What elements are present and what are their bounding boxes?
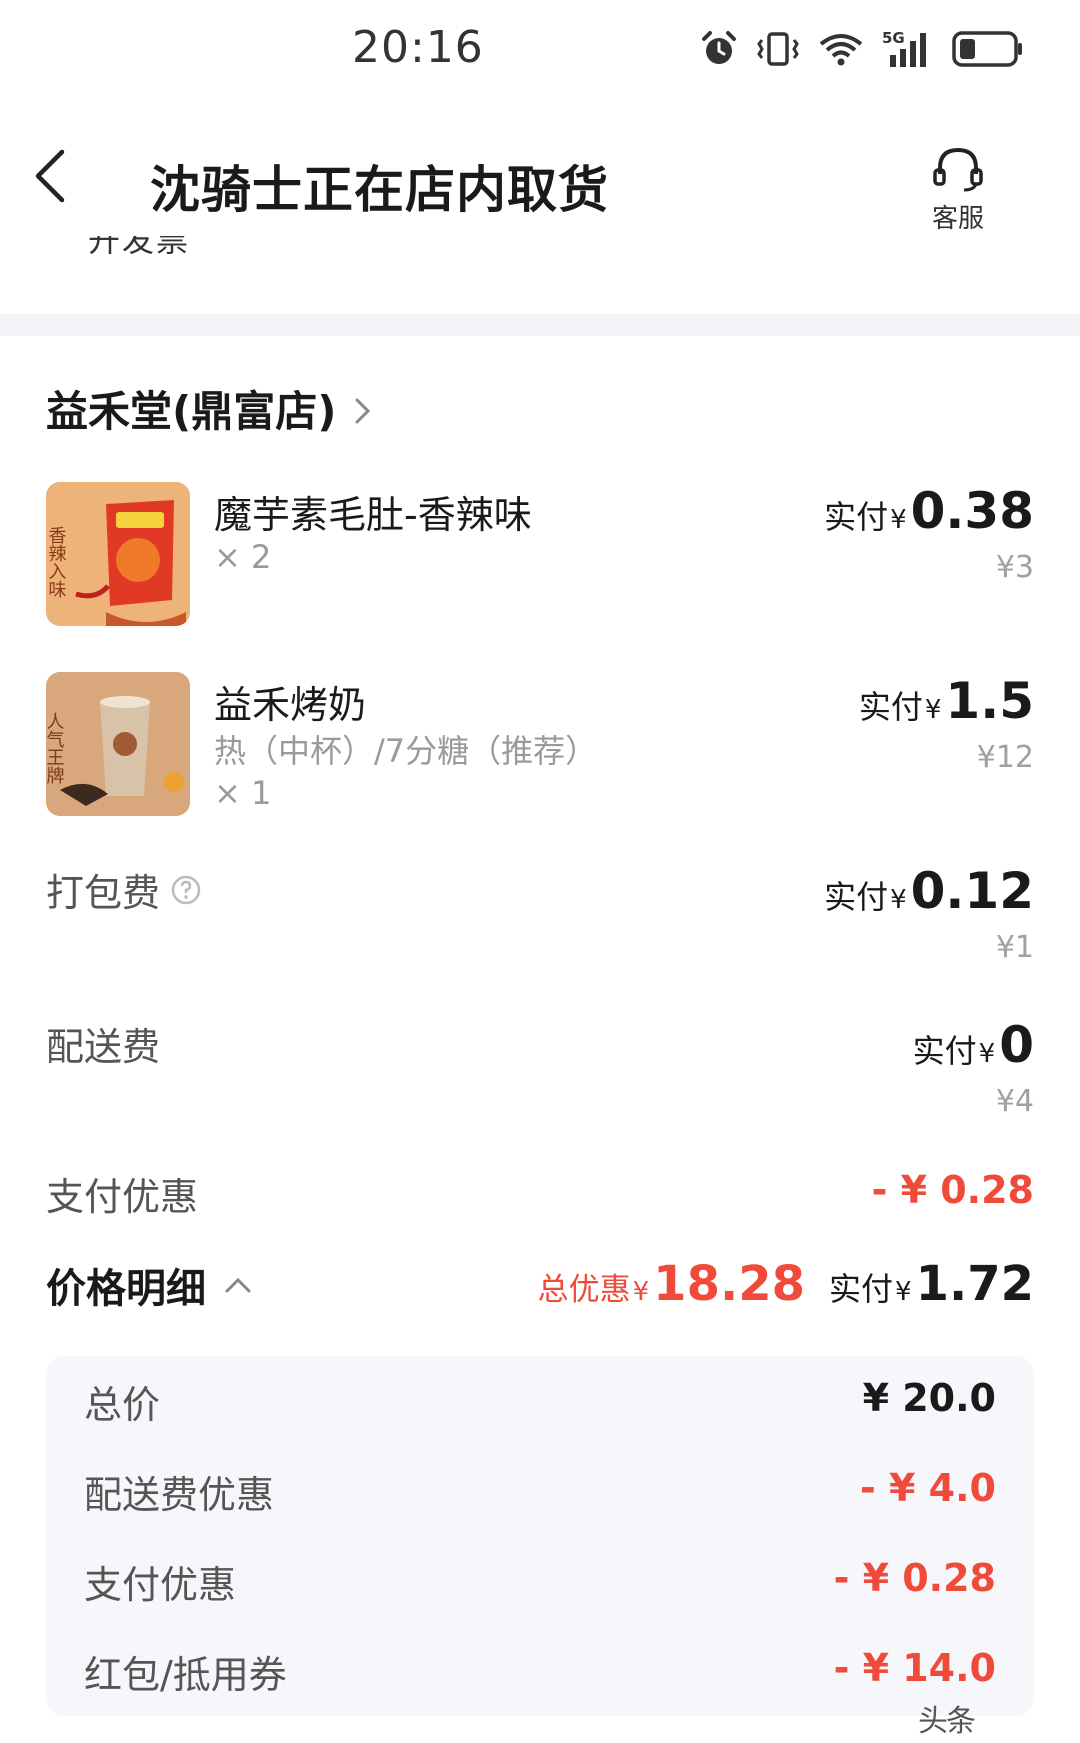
breakdown-label: 红包/抵用券 bbox=[84, 1653, 287, 1697]
currency-symbol: ¥ bbox=[924, 695, 942, 725]
status-icons: 5G bbox=[700, 26, 1024, 72]
page-title: 沈骑士正在店内取货 bbox=[150, 161, 609, 219]
item-spec: 热（中杯）/7分糖（推荐） bbox=[214, 732, 598, 770]
total-paid-prefix: 实付 bbox=[829, 1270, 894, 1308]
item-name: 益禾烤奶 bbox=[214, 683, 367, 727]
breakdown-label: 总价 bbox=[84, 1383, 161, 1427]
payment-discount-amount: - ¥ 0.28 bbox=[871, 1168, 1034, 1212]
product-thumbnail: 人气王牌 bbox=[46, 672, 190, 816]
paid-amount: 1.5 bbox=[945, 672, 1034, 730]
breakdown-value: - ¥ 4.0 bbox=[860, 1466, 996, 1510]
paid-amount: 0.12 bbox=[910, 862, 1034, 920]
original-price: ¥1 bbox=[995, 930, 1034, 965]
price-detail-toggle[interactable]: 价格明细 bbox=[46, 1256, 252, 1314]
battery-icon bbox=[952, 31, 1022, 67]
delivery-fee-label: 配送费 bbox=[46, 1025, 161, 1069]
price-detail-summary: 总优惠 ¥18.28 实付 ¥1.72 bbox=[538, 1256, 1034, 1312]
breakdown-value: - ¥ 14.0 bbox=[833, 1646, 996, 1690]
total-discount-amount: 18.28 bbox=[653, 1256, 805, 1312]
delivery-fee-label-group: 配送费 bbox=[46, 1016, 160, 1071]
total-paid-amount: 1.72 bbox=[915, 1256, 1034, 1312]
currency-symbol: ¥ bbox=[890, 885, 907, 915]
wifi-icon bbox=[819, 34, 863, 66]
status-time: 20:16 bbox=[352, 22, 484, 73]
chevron-up-icon bbox=[225, 1277, 251, 1293]
delivery-fee-row: 配送费 实付¥0 ¥4 bbox=[46, 1016, 1034, 1126]
payment-discount-row: 支付优惠 - ¥ 0.28 bbox=[46, 1166, 1034, 1226]
currency-symbol: ¥ bbox=[890, 505, 907, 535]
packaging-fee-label: 打包费 bbox=[46, 871, 161, 915]
item-name: 魔芋素毛肚-香辣味 bbox=[214, 493, 532, 537]
back-button[interactable] bbox=[30, 146, 90, 226]
breakdown-row: 红包/抵用券 - ¥ 14.0 bbox=[84, 1644, 996, 1704]
currency-symbol: ¥ bbox=[632, 1277, 650, 1307]
item-quantity: × 2 bbox=[214, 538, 272, 576]
original-price: ¥12 bbox=[976, 740, 1034, 775]
status-bar: 20:16 5G bbox=[0, 0, 1080, 100]
store-link[interactable]: 益禾堂(鼎富店) bbox=[46, 378, 372, 439]
5g-signal-icon: 5G bbox=[882, 29, 926, 67]
item-paid: 实付¥1.5 bbox=[859, 672, 1034, 730]
paid-prefix: 实付 bbox=[912, 1032, 977, 1070]
currency-symbol: ¥ bbox=[895, 1277, 912, 1307]
paid-amount: 0 bbox=[999, 1016, 1034, 1074]
fee-paid: 实付¥0.12 bbox=[824, 862, 1034, 920]
vibrate-icon bbox=[757, 32, 799, 66]
breakdown-value: - ¥ 0.28 bbox=[833, 1556, 996, 1600]
currency-symbol: ¥ bbox=[978, 1039, 996, 1069]
paid-prefix: 实付 bbox=[824, 878, 889, 916]
chevron-left-icon bbox=[35, 149, 65, 203]
breakdown-row: 支付优惠 - ¥ 0.28 bbox=[84, 1554, 996, 1614]
fee-paid: 实付¥0 bbox=[913, 1016, 1034, 1074]
price-breakdown-panel: 总价 ¥ 20.0 配送费优惠 - ¥ 4.0 支付优惠 - ¥ 0.28 红包… bbox=[46, 1356, 1034, 1716]
header: 沈骑士正在店内取货 客服 bbox=[0, 110, 1080, 240]
help-icon[interactable] bbox=[170, 874, 202, 906]
watermark: 头条 bbox=[918, 1704, 976, 1739]
breakdown-value: ¥ 20.0 bbox=[862, 1376, 996, 1420]
packaging-fee-label-group: 打包费 bbox=[46, 862, 202, 917]
item-paid: 实付¥0.38 bbox=[824, 482, 1034, 540]
order-item[interactable]: 香辣入味 魔芋素毛肚-香辣味 × 2 实付¥0.38 ¥3 bbox=[46, 482, 1034, 632]
section-divider bbox=[0, 314, 1080, 336]
paid-amount: 0.38 bbox=[910, 482, 1034, 540]
invoice-link-partial[interactable]: 开发票 bbox=[88, 236, 190, 266]
svg-text:香辣入味: 香辣入味 bbox=[46, 526, 67, 598]
svg-text:人气王牌: 人气王牌 bbox=[46, 712, 65, 784]
original-price: ¥4 bbox=[995, 1084, 1034, 1119]
product-thumbnail: 香辣入味 bbox=[46, 482, 190, 626]
store-name: 益禾堂(鼎富店) bbox=[46, 387, 337, 436]
paid-prefix: 实付 bbox=[824, 498, 889, 536]
item-quantity: × 1 bbox=[214, 774, 272, 812]
breakdown-label: 配送费优惠 bbox=[84, 1473, 275, 1517]
payment-discount-label: 支付优惠 bbox=[46, 1175, 199, 1219]
alarm-icon bbox=[702, 31, 736, 64]
price-detail-row: 价格明细 总优惠 ¥18.28 实付 ¥1.72 bbox=[46, 1256, 1034, 1326]
price-detail-title: 价格明细 bbox=[46, 1266, 206, 1312]
original-price: ¥3 bbox=[995, 550, 1034, 585]
total-discount-label: 总优惠 bbox=[537, 1272, 631, 1308]
svg-text:5G: 5G bbox=[882, 29, 905, 47]
packaging-fee-row: 打包费 实付¥0.12 ¥1 bbox=[46, 862, 1034, 972]
chevron-right-icon bbox=[355, 398, 371, 423]
customer-service-label: 客服 bbox=[931, 204, 984, 234]
headset-icon bbox=[933, 147, 983, 192]
breakdown-row: 总价 ¥ 20.0 bbox=[84, 1374, 996, 1434]
customer-service-button[interactable]: 客服 bbox=[918, 144, 998, 244]
invoice-label: 开发票 bbox=[88, 236, 191, 259]
breakdown-row: 配送费优惠 - ¥ 4.0 bbox=[84, 1464, 996, 1524]
breakdown-label: 支付优惠 bbox=[84, 1563, 237, 1607]
order-item[interactable]: 人气王牌 益禾烤奶 热（中杯）/7分糖（推荐） × 1 实付¥1.5 ¥12 bbox=[46, 672, 1034, 822]
paid-prefix: 实付 bbox=[858, 688, 923, 726]
